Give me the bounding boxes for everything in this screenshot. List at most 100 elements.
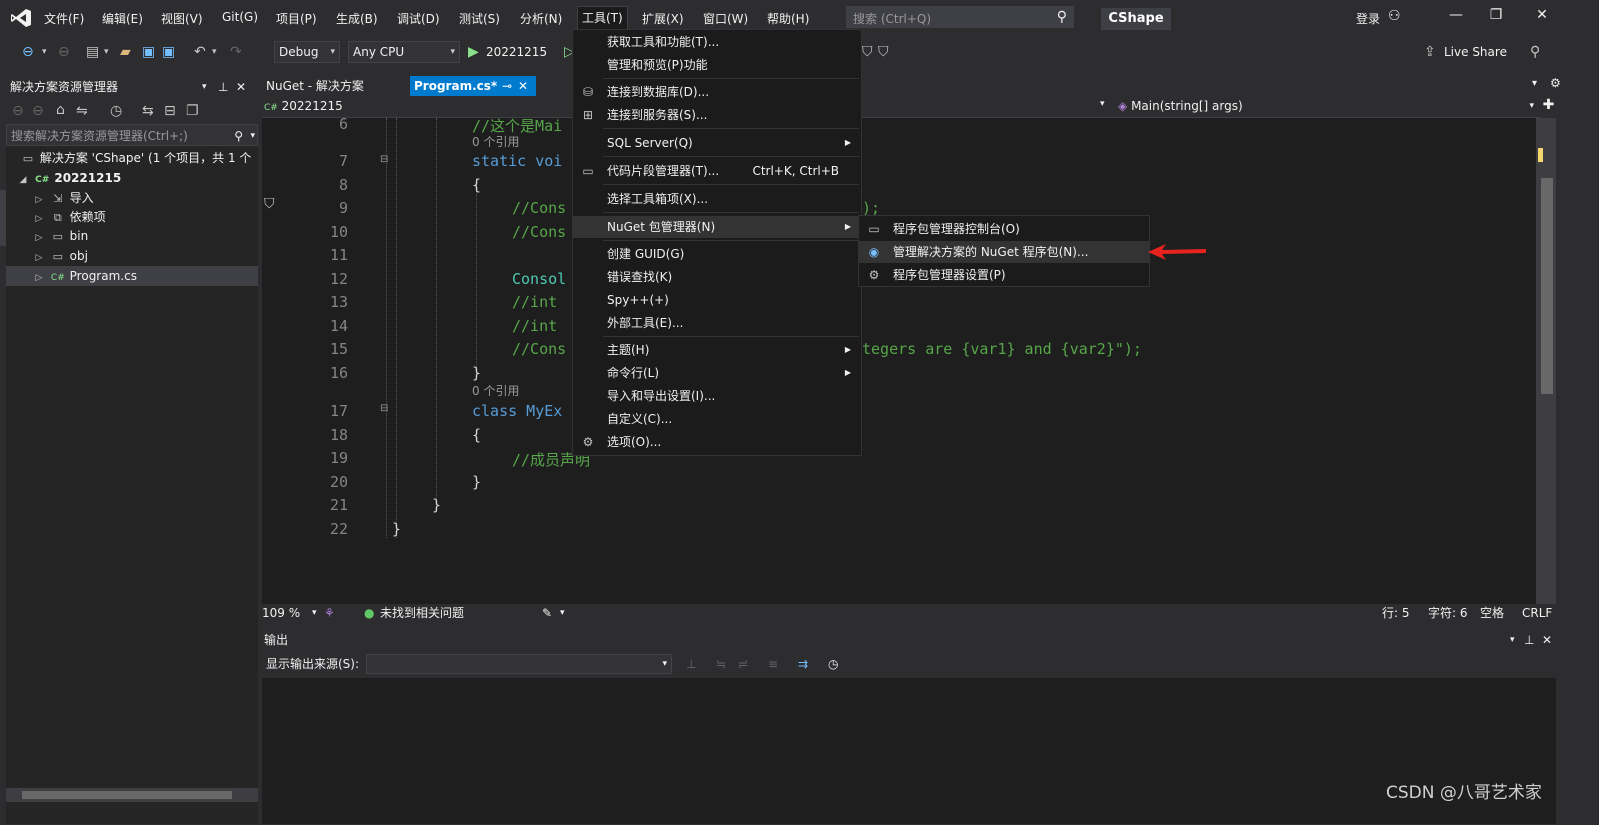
search-input[interactable]: 搜索 (Ctrl+Q) ⚲ (846, 6, 1074, 28)
account-icon[interactable]: ⚇ (1388, 8, 1401, 24)
panel-menu-icon[interactable]: ▾ (1510, 630, 1515, 650)
bookmark-next-icon[interactable]: ⛉ (878, 44, 889, 60)
menu-item-command-line[interactable]: 命令行(L) ▶ (573, 362, 861, 384)
live-share-icon[interactable]: ⇪ (1424, 44, 1436, 60)
chevron-down-icon[interactable]: ▾ (312, 604, 317, 622)
char-indicator[interactable]: 字符: 6 (1428, 604, 1468, 622)
line-ending-indicator[interactable]: CRLF (1522, 604, 1552, 622)
clock-icon[interactable]: ◷ (828, 650, 838, 678)
menu-item-nuget[interactable]: NuGet 包管理器(N) ▶ (573, 216, 861, 238)
menu-item-options[interactable]: ⚙ 选项(O)... (573, 431, 861, 453)
pending-changes-icon[interactable]: ◷ (110, 103, 122, 119)
menu-item-customize[interactable]: 自定义(C)... (573, 408, 861, 430)
collapsed-arrow-icon[interactable]: ▷ (32, 209, 46, 227)
tree-item-obj[interactable]: ▷ ▭ obj (6, 246, 258, 266)
submenu-item-package-settings[interactable]: ⚙ 程序包管理器设置(P) (859, 264, 1149, 286)
collapse-icon[interactable]: ⊟ (380, 403, 388, 414)
collapsed-arrow-icon[interactable]: ▷ (32, 268, 46, 286)
live-share-button[interactable]: Live Share (1444, 45, 1507, 59)
zoom-level[interactable]: 109 % (262, 604, 300, 622)
minimize-icon[interactable]: — (1436, 7, 1476, 29)
left-side-tab[interactable] (0, 190, 6, 246)
save-all-icon[interactable]: ▣ (162, 44, 175, 60)
home-icon[interactable]: ⌂ (56, 102, 65, 118)
codelens-references[interactable]: 0 个引用 (472, 382, 519, 399)
menu-item-theme[interactable]: 主题(H) ▶ (573, 339, 861, 361)
close-panel-icon[interactable]: ✕ (236, 76, 246, 98)
open-folder-icon[interactable]: ▰ (120, 44, 131, 60)
undo-dropdown-icon[interactable]: ▾ (212, 47, 217, 57)
bookmark-toggle-icon[interactable]: ⛉ (862, 44, 873, 60)
collapsed-arrow-icon[interactable]: ▷ (32, 228, 46, 246)
issues-status[interactable]: 未找到相关问题 (380, 604, 464, 622)
scrollbar-thumb[interactable] (1541, 178, 1553, 394)
pin-icon[interactable]: ⊥ (1524, 630, 1534, 650)
menu-item-import-export[interactable]: 导入和导出设置(I)... (573, 385, 861, 407)
menu-item-connect-server[interactable]: ⊞ 连接到服务器(S)... (573, 104, 861, 126)
expanded-arrow-icon[interactable]: ◢ (16, 170, 30, 188)
collapse-all-icon[interactable]: ⊟ (164, 103, 176, 119)
menu-edit[interactable]: 编辑(E) (102, 10, 143, 27)
output-source-select[interactable]: ▾ (366, 654, 672, 674)
menu-item-connect-database[interactable]: ⛁ 连接到数据库(D)... (573, 81, 861, 103)
menu-item-choose-toolbox[interactable]: 选择工具箱项(X)... (573, 188, 861, 210)
line-indicator[interactable]: 行: 5 (1382, 604, 1410, 622)
menu-item-snippets-manager[interactable]: ▭ 代码片段管理器(T)... Ctrl+K, Ctrl+B (573, 160, 861, 182)
menu-test[interactable]: 测试(S) (459, 10, 500, 27)
menu-tools[interactable]: 工具(T) (577, 6, 628, 30)
pin-icon[interactable]: ⊥ (218, 76, 228, 98)
menu-file[interactable]: 文件(F) (44, 10, 84, 27)
menu-item-get-tools[interactable]: 获取工具和功能(T)... (573, 31, 861, 53)
tree-item-bin[interactable]: ▷ ▭ bin (6, 226, 258, 246)
menu-item-manage-preview[interactable]: 管理和预览(P)功能 (573, 54, 861, 76)
menu-item-error-lookup[interactable]: 错误查找(K) (573, 266, 861, 288)
split-editor-icon[interactable]: ✚ (1541, 97, 1556, 117)
feedback-icon[interactable]: ⚲ (1530, 44, 1540, 60)
sync-icon[interactable]: ⇆ (142, 103, 154, 119)
tab-list-dropdown-icon[interactable]: ▾ (1532, 78, 1537, 89)
chevron-down-icon[interactable]: ▾ (1100, 99, 1105, 109)
intellicode-icon[interactable]: ⚘ (324, 604, 335, 622)
menu-view[interactable]: 视图(V) (161, 10, 203, 27)
tab-program-cs[interactable]: Program.cs* ⊸ ✕ (410, 76, 536, 96)
menu-item-spy[interactable]: Spy++(+) (573, 289, 861, 311)
undo-icon[interactable]: ↶ (194, 44, 206, 60)
menu-item-external-tools[interactable]: 外部工具(E)... (573, 312, 861, 334)
whitespace-indicator[interactable]: 空格 (1480, 604, 1504, 622)
menu-help[interactable]: 帮助(H) (767, 10, 809, 27)
menu-debug[interactable]: 调试(D) (397, 10, 440, 27)
horizontal-scrollbar[interactable] (6, 788, 258, 802)
close-panel-icon[interactable]: ✕ (1542, 630, 1552, 650)
save-icon[interactable]: ▣ (142, 44, 155, 60)
project-nav-dropdown[interactable]: C# 20221215 (262, 96, 574, 117)
menu-analyze[interactable]: 分析(N) (520, 10, 562, 27)
menu-item-create-guid[interactable]: 创建 GUID(G) (573, 243, 861, 265)
back-icon[interactable]: ⊖ (22, 44, 34, 60)
settings-icon[interactable]: ⚙ (1550, 76, 1561, 90)
menu-project[interactable]: 项目(P) (276, 10, 317, 27)
tree-item-program-cs[interactable]: ▷ C# Program.cs (6, 266, 258, 286)
submenu-item-package-console[interactable]: ▭ 程序包管理器控制台(O) (859, 218, 1149, 240)
collapse-icon[interactable]: ⊟ (380, 154, 388, 165)
word-wrap-icon[interactable]: ⇉ (798, 650, 808, 678)
chevron-down-icon[interactable]: ▾ (250, 125, 255, 147)
code-cleanup-icon[interactable]: ✎ (542, 604, 552, 622)
show-all-files-icon[interactable]: ❐ (186, 103, 199, 119)
collapsed-arrow-icon[interactable]: ▷ (32, 248, 46, 266)
collapsed-arrow-icon[interactable]: ▷ (32, 190, 46, 208)
platform-select[interactable]: Any CPU ▾ (348, 41, 460, 63)
tree-item-imports[interactable]: ▷ ⇲ 导入 (6, 188, 258, 208)
tree-item-solution[interactable]: ▭ 解决方案 'CShape' (1 个项目，共 1 个 (6, 148, 258, 168)
submenu-item-manage-nuget-packages[interactable]: ◉ 管理解决方案的 NuGet 程序包(N)... (859, 241, 1149, 263)
tab-nuget-solution[interactable]: NuGet - 解决方案 (262, 76, 368, 96)
start-target-button[interactable]: 20221215 (486, 45, 547, 59)
menu-window[interactable]: 窗口(W) (703, 10, 748, 27)
pin-icon[interactable]: ⊸ (502, 76, 512, 96)
panel-menu-icon[interactable]: ▾ (202, 76, 207, 98)
login-link[interactable]: 登录 (1356, 10, 1380, 27)
codelens-references[interactable]: 0 个引用 (472, 133, 519, 150)
tree-item-dependencies[interactable]: ▷ ⧉ 依赖项 (6, 207, 258, 227)
start-debug-icon[interactable]: ▶ (468, 44, 479, 60)
solution-search-input[interactable]: 搜索解决方案资源管理器(Ctrl+;) ⚲ ▾ (6, 124, 258, 146)
scrollbar-thumb[interactable] (22, 791, 232, 799)
